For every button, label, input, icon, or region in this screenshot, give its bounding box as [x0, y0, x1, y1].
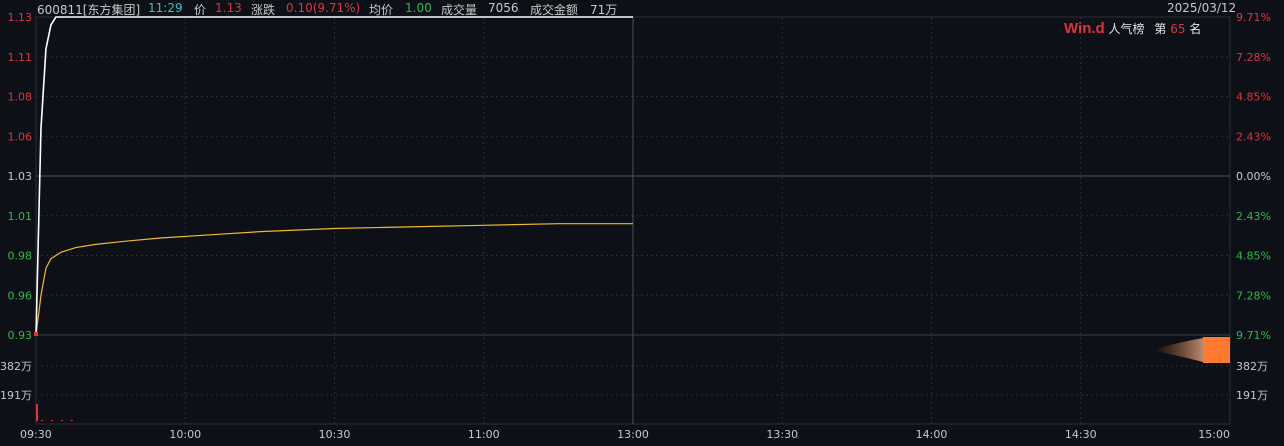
quote-time: 11:29 — [148, 1, 183, 15]
rank-suffix: 名 — [1189, 22, 1202, 36]
time-tick-label: 15:00 — [1198, 428, 1230, 441]
pct-tick-label: 2.43% — [1236, 130, 1271, 143]
volume-value: 7056 — [488, 1, 519, 15]
volume-tick-label: 382万 — [1236, 360, 1268, 373]
pct-tick-label: 4.85% — [1236, 91, 1271, 104]
time-tick-label: 14:30 — [1065, 428, 1097, 441]
time-tick-label: 11:00 — [468, 428, 500, 441]
price-tick-label: 1.11 — [8, 51, 33, 64]
open-marker — [34, 332, 38, 336]
rank-prefix: 第 — [1154, 22, 1167, 36]
volume-label: 成交量 — [441, 3, 478, 17]
volume-bar — [36, 404, 38, 421]
intraday-chart[interactable]: 1.13 9.71% 1.11 7.28% 1.08 4.85% 1.06 2.43% 1.03… — [0, 0, 1284, 446]
wind-logo: Win.d — [1064, 20, 1105, 37]
price-tick-label: 0.96 — [8, 289, 33, 302]
change-value: 0.10(9.71%) — [286, 1, 361, 15]
pct-tick-label: 2.43% — [1236, 210, 1271, 223]
pct-tick-label: 4.85% — [1236, 250, 1271, 263]
time-tick-label: 10:30 — [319, 428, 351, 441]
stock-code-name: 600811[东方集团] — [37, 3, 141, 17]
pct-tick-label: 0.00% — [1236, 170, 1271, 183]
price-tick-label: 1.08 — [8, 91, 33, 104]
volume-bar — [40, 420, 43, 421]
rank-value: 65 — [1170, 22, 1186, 36]
price-value: 1.13 — [215, 1, 242, 15]
price-tick-label: 1.01 — [8, 210, 33, 223]
trade-date: 2025/03/12 — [1167, 1, 1237, 15]
change-label: 涨跌 — [251, 3, 276, 17]
volume-bar — [50, 420, 53, 421]
pct-tick-label: 7.28% — [1236, 289, 1271, 302]
time-tick-label: 13:30 — [766, 428, 798, 441]
pct-tick-label: 9.71% — [1236, 329, 1271, 342]
price-tick-label: 0.98 — [8, 250, 33, 263]
volume-tick-label: 382万 — [0, 360, 32, 373]
amount-label: 成交金额 — [530, 3, 579, 17]
volume-trail-effect — [1155, 338, 1203, 362]
time-tick-label: 10:00 — [169, 428, 201, 441]
popularity-rank[interactable]: Win.d 人气榜 第 65 名 — [1064, 20, 1201, 37]
pct-tick-label: 7.28% — [1236, 51, 1271, 64]
popularity-label: 人气榜 — [1108, 22, 1145, 36]
volume-bar — [60, 420, 63, 421]
time-tick-label: 14:00 — [916, 428, 948, 441]
volume-bar — [70, 420, 73, 421]
time-tick-label: 13:00 — [617, 428, 649, 441]
quote-header: 600811[东方集团] 11:29 价 1.13 涨跌 0.10(9.71%)… — [0, 0, 1284, 18]
price-tick-label: 0.93 — [8, 329, 33, 342]
avg-value: 1.00 — [405, 1, 432, 15]
price-label: 价 — [194, 3, 207, 17]
price-tick-label: 1.03 — [8, 170, 33, 183]
amount-value: 71万 — [590, 3, 618, 17]
avg-label: 均价 — [369, 3, 394, 17]
current-volume-block — [1203, 337, 1230, 363]
time-tick-label: 09:30 — [20, 428, 52, 441]
volume-tick-label: 191万 — [1236, 389, 1268, 402]
price-tick-label: 1.06 — [8, 130, 33, 143]
volume-tick-label: 191万 — [0, 389, 32, 402]
